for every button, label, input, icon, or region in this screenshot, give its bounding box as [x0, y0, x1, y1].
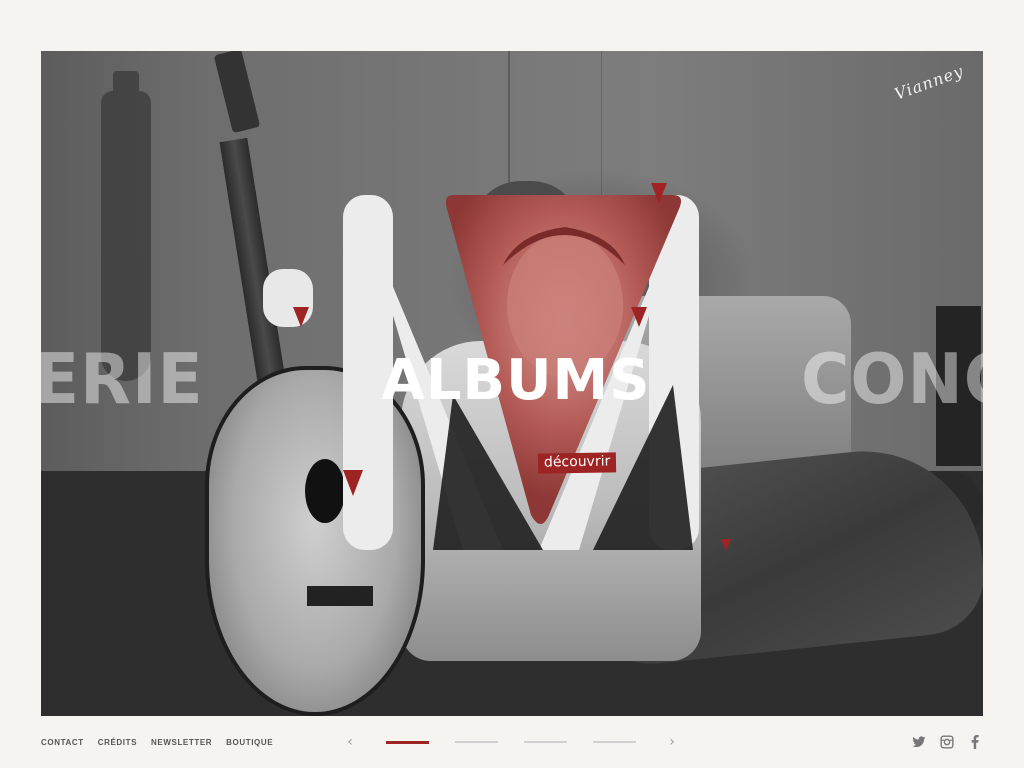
footer-nav: CONTACT CRÉDITS NEWSLETTER BOUTIQUE — [41, 738, 273, 747]
pager-bar-2[interactable] — [455, 740, 498, 743]
pager-bar-3[interactable] — [524, 740, 567, 743]
slide-pager: ‹ › — [340, 734, 682, 750]
slide-next-label[interactable]: CONCI — [801, 339, 983, 420]
newsletter-link[interactable]: NEWSLETTER — [151, 738, 212, 747]
guitar-soundhole — [305, 459, 345, 523]
accent-triangle — [721, 539, 731, 551]
signature-logo[interactable]: Vianney — [892, 61, 966, 103]
pager-bar-4[interactable] — [593, 740, 636, 743]
prev-arrow-icon[interactable]: ‹ — [340, 734, 360, 750]
contact-link[interactable]: CONTACT — [41, 738, 84, 747]
section-title: ALBUMS — [381, 348, 651, 413]
hero-background: LERIE CONCI Vianney ALBUMS découvrir — [41, 51, 983, 716]
pager-bar-1[interactable] — [386, 740, 429, 744]
accent-triangle — [651, 183, 667, 203]
accent-triangle — [631, 307, 647, 327]
discover-button[interactable]: découvrir — [537, 452, 617, 474]
footer: CONTACT CRÉDITS NEWSLETTER BOUTIQUE ‹ › — [0, 716, 1024, 768]
twitter-icon[interactable] — [912, 735, 926, 749]
facebook-icon[interactable] — [968, 735, 982, 749]
accent-triangle — [343, 470, 363, 496]
slide-prev-label[interactable]: LERIE — [41, 339, 204, 420]
accent-triangle — [293, 307, 309, 327]
credits-link[interactable]: CRÉDITS — [98, 738, 137, 747]
guitar-headstock — [213, 51, 261, 134]
social-links — [912, 735, 982, 749]
guitar-shadow — [101, 71, 151, 381]
next-arrow-icon[interactable]: › — [662, 734, 682, 750]
shop-link[interactable]: BOUTIQUE — [226, 738, 273, 747]
instagram-icon[interactable] — [940, 735, 954, 749]
pager-bars — [386, 740, 636, 744]
guitar-bridge — [307, 586, 373, 606]
